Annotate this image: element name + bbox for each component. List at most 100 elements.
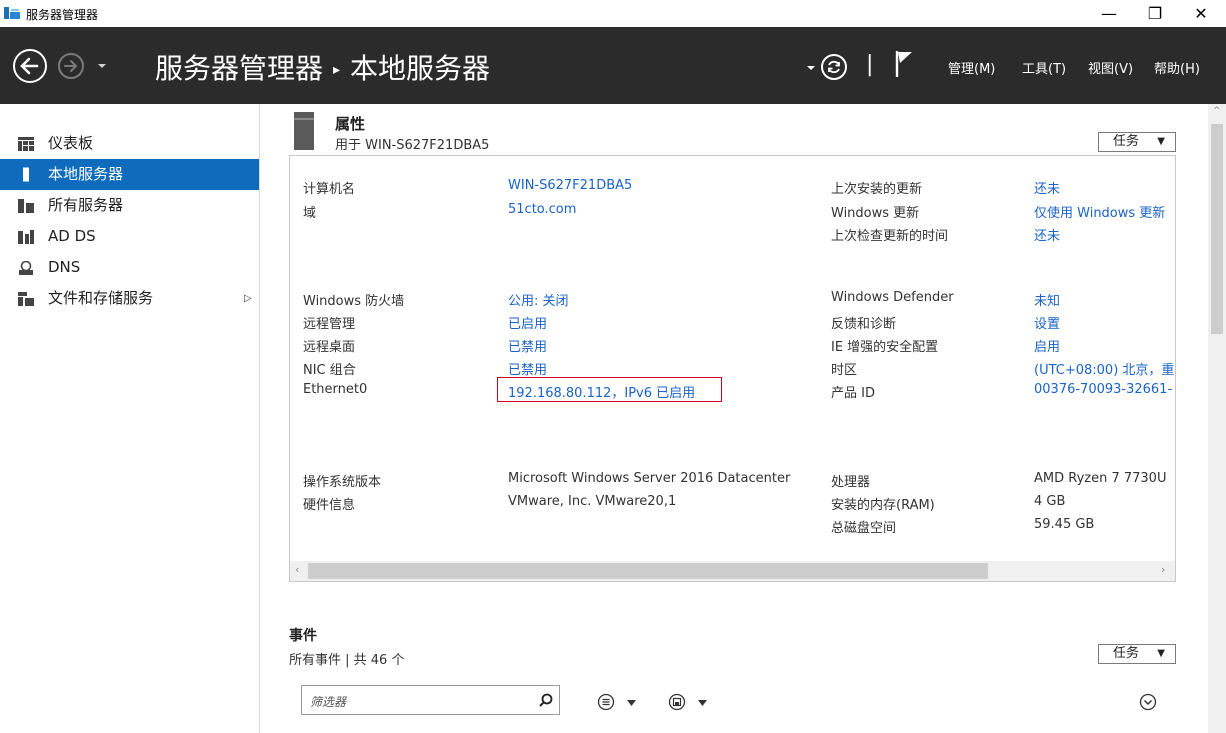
tasks-label: 任务 [1113,646,1140,661]
sidebar-item-ad-ds[interactable]: AD DS [0,221,259,252]
nic-teaming-link[interactable]: 已禁用 [508,359,547,378]
sidebar: 仪表板 本地服务器 所有服务器 AD DS DNS 文件和存储服务 ▷ [0,104,260,733]
prop-label: 上次检查更新的时间 [831,229,949,244]
filter-input[interactable]: 筛选器 [301,685,560,715]
vertical-scrollbar[interactable]: ^ [1208,104,1226,733]
chevron-down-icon: ▼ [1157,136,1165,147]
chevron-down-icon[interactable] [806,64,816,72]
prop-label: Windows Defender [831,290,954,305]
product-id-link[interactable]: 00376-70093-32661- [1034,382,1172,397]
breadcrumb-root[interactable]: 服务器管理器 [155,52,323,85]
events-tasks-button[interactable]: 任务 ▼ [1098,644,1176,664]
refresh-icon[interactable] [820,53,848,81]
processor-value: AMD Ryzen 7 7730U [1034,471,1167,486]
sidebar-item-label: 所有服务器 [48,196,124,214]
prop-label: 处理器 [831,475,871,490]
disk-value: 59.45 GB [1034,517,1095,532]
local-server-icon [23,167,29,182]
close-button[interactable]: ✕ [1178,0,1224,27]
sidebar-item-local-server[interactable]: 本地服务器 [0,159,259,190]
events-title: 事件 [289,628,317,644]
save-query-icon[interactable] [668,693,686,711]
expand-arrow-icon[interactable]: ▷ [244,283,252,314]
prop-label: 操作系统版本 [303,475,382,490]
sidebar-item-label: DNS [48,258,81,276]
sidebar-item-label: 仪表板 [48,134,94,152]
feedback-link[interactable]: 设置 [1034,313,1060,332]
hardware-value: VMware, Inc. VMware20,1 [508,494,677,509]
breadcrumb: 服务器管理器 ▸ 本地服务器 [155,47,490,87]
menu-help[interactable]: 帮助(H) [1154,58,1200,77]
defender-link[interactable]: 未知 [1034,290,1060,309]
search-icon[interactable] [539,693,553,707]
os-version-value: Microsoft Windows Server 2016 Datacenter [508,471,791,486]
properties-panel: 计算机名 WIN-S627F21DBA5 域 51cto.com Windows… [289,155,1176,582]
dashboard-icon [18,137,34,151]
sidebar-item-dashboard[interactable]: 仪表板 [0,128,259,159]
remote-desktop-link[interactable]: 已禁用 [508,336,547,355]
prop-label: 远程管理 [303,317,356,332]
prop-label: Windows 更新 [831,206,920,221]
scroll-right-icon[interactable]: › [1161,563,1165,576]
prop-label: 硬件信息 [303,498,356,513]
computer-name-link[interactable]: WIN-S627F21DBA5 [508,178,632,193]
windows-update-link[interactable]: 仅使用 Windows 更新 [1034,202,1165,221]
minimize-button[interactable]: — [1086,0,1132,27]
tasks-label: 任务 [1113,134,1140,149]
menu-view[interactable]: 视图(V) [1088,58,1133,77]
prop-label: 远程桌面 [303,340,356,355]
firewall-link[interactable]: 公用: 关闭 [508,290,569,309]
timezone-link[interactable]: (UTC+08:00) 北京，重 [1034,359,1174,378]
sidebar-item-all-servers[interactable]: 所有服务器 [0,190,259,221]
window-title: 服务器管理器 [26,8,99,22]
prop-label: IE 增强的安全配置 [831,340,939,355]
properties-tasks-button[interactable]: 任务 ▼ [1098,132,1176,152]
sidebar-item-dns[interactable]: DNS [0,252,259,283]
menu-tools[interactable]: 工具(T) [1022,58,1066,77]
chevron-down-icon[interactable] [698,700,707,706]
prop-label: 时区 [831,363,858,378]
scroll-thumb[interactable] [308,563,988,579]
expand-circle-icon[interactable] [1139,693,1157,711]
title-bar: 服务器管理器 — ❐ ✕ [0,0,1226,27]
remote-management-link[interactable]: 已启用 [508,313,547,332]
domain-link[interactable]: 51cto.com [508,202,576,217]
scroll-up-icon[interactable]: ^ [1213,106,1221,116]
restore-button[interactable]: ❐ [1132,0,1178,27]
prop-label: 安装的内存(RAM) [831,498,935,513]
sidebar-item-label: 文件和存储服务 [48,289,154,307]
forward-button[interactable] [58,53,84,79]
all-servers-icon [18,199,34,213]
scroll-left-icon[interactable]: ‹ [295,563,299,576]
last-update-link[interactable]: 还未 [1034,178,1060,197]
file-storage-icon [18,292,34,306]
arrow-right-icon [64,60,78,72]
filter-placeholder: 筛选器 [310,695,347,709]
main-content: 属性 用于 WIN-S627F21DBA5 任务 ▼ 计算机名 WIN-S627… [260,104,1208,733]
prop-label: 总磁盘空间 [831,521,897,536]
prop-label: 反馈和诊断 [831,317,897,332]
prop-label: 产品 ID [831,386,875,401]
prop-label: Ethernet0 [303,382,368,397]
back-button[interactable] [13,49,47,83]
last-check-link[interactable]: 还未 [1034,225,1060,244]
list-options-icon[interactable] [597,693,615,711]
sidebar-item-file-storage[interactable]: 文件和存储服务 ▷ [0,283,259,314]
ie-esc-link[interactable]: 启用 [1034,336,1060,355]
dns-icon [19,261,33,275]
server-manager-icon [4,7,20,19]
menu-manage[interactable]: 管理(M) [948,58,995,77]
prop-label: 上次安装的更新 [831,182,923,197]
chevron-down-icon[interactable] [627,700,636,706]
sidebar-item-label: AD DS [48,227,96,245]
breadcrumb-separator: ▸ [333,62,341,78]
flag-icon[interactable] [894,49,916,79]
scroll-thumb[interactable] [1211,124,1223,334]
horizontal-scrollbar[interactable]: ‹ › [290,561,1175,581]
prop-label: 计算机名 [303,182,356,197]
history-dropdown-icon[interactable] [97,62,107,70]
chevron-down-icon: ▼ [1157,648,1165,659]
ethernet-link[interactable]: 192.168.80.112，IPv6 已启用 [508,382,695,401]
events-subtitle: 所有事件 | 共 46 个 [289,653,405,668]
ad-ds-icon [18,230,34,244]
